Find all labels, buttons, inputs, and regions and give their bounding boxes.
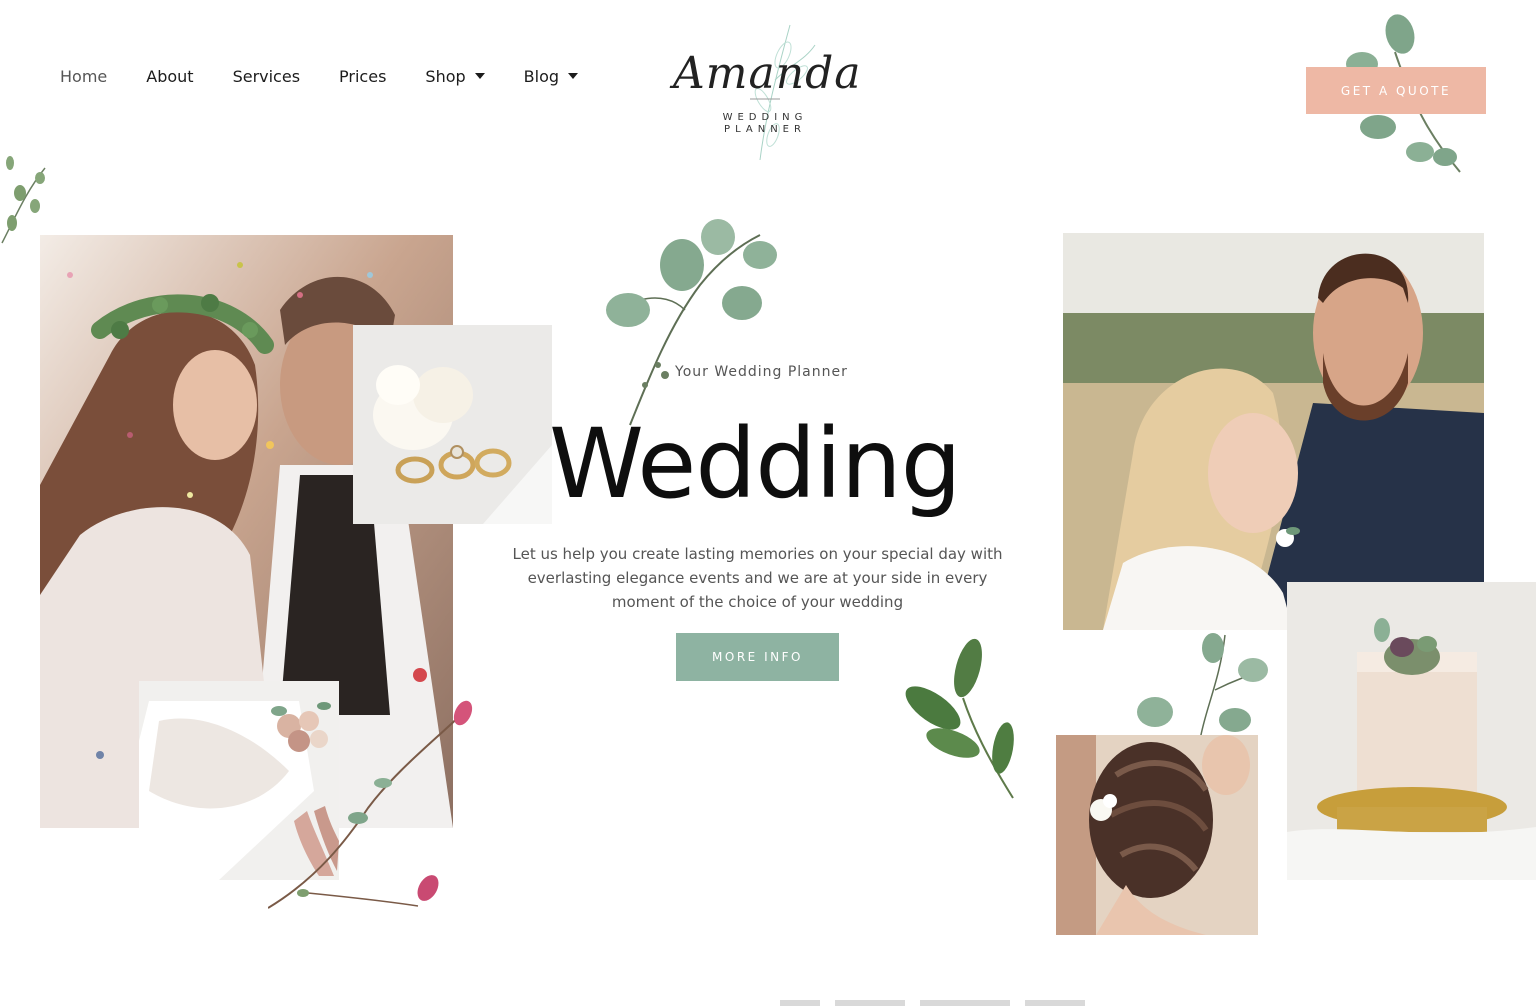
nav-shop[interactable]: Shop: [425, 62, 485, 90]
nav-blog-label: Blog: [523, 66, 560, 86]
logo-line-1: WEDDING: [722, 112, 808, 123]
get-a-quote-button[interactable]: GET A QUOTE: [1306, 67, 1486, 114]
nav-services-label: Services: [232, 66, 301, 86]
nav-home[interactable]: Home: [60, 62, 107, 90]
nav-home-label: Home: [60, 66, 108, 86]
nav-shop-label: Shop: [425, 66, 466, 86]
nav-services[interactable]: Services: [233, 62, 300, 90]
chevron-down-icon: [568, 73, 579, 79]
nav-prices-label: Prices: [339, 66, 387, 86]
eucalyptus-leaf-icon: [606, 219, 777, 426]
next-section-heading-preview: [780, 1000, 1085, 1006]
hero-title: Wedding: [549, 408, 962, 520]
main-nav: Home About Services Prices Shop Blog: [60, 62, 617, 90]
nav-blog[interactable]: Blog: [523, 62, 579, 90]
chevron-down-icon: [474, 73, 485, 79]
eucalyptus-leaf-icon: [1137, 633, 1268, 740]
green-leaf-icon: [905, 638, 1014, 799]
bridal-hairstyle-photo: [1056, 735, 1258, 935]
wedding-rings-photo: [353, 325, 552, 524]
logo-line-2: PLANNER: [724, 124, 806, 135]
flower-branch-icon: [268, 700, 473, 909]
wedding-cake-photo: [1287, 582, 1536, 880]
logo-subtitle: WEDDING PLANNER: [715, 112, 815, 136]
hero-eyebrow: Your Wedding Planner: [675, 364, 848, 380]
nav-about-label: About: [146, 66, 194, 86]
logo-script-text: Amanda: [673, 48, 862, 99]
more-info-button[interactable]: MORE INFO: [676, 633, 839, 681]
nav-about[interactable]: About: [146, 62, 193, 90]
couple-portrait-photo: [1063, 233, 1484, 630]
eucalyptus-leaf-icon: [1, 156, 46, 244]
brand-logo[interactable]: Amanda WEDDING PLANNER: [665, 20, 875, 165]
nav-prices[interactable]: Prices: [339, 62, 386, 90]
hero-description: Let us help you create lasting memories …: [512, 545, 1003, 611]
